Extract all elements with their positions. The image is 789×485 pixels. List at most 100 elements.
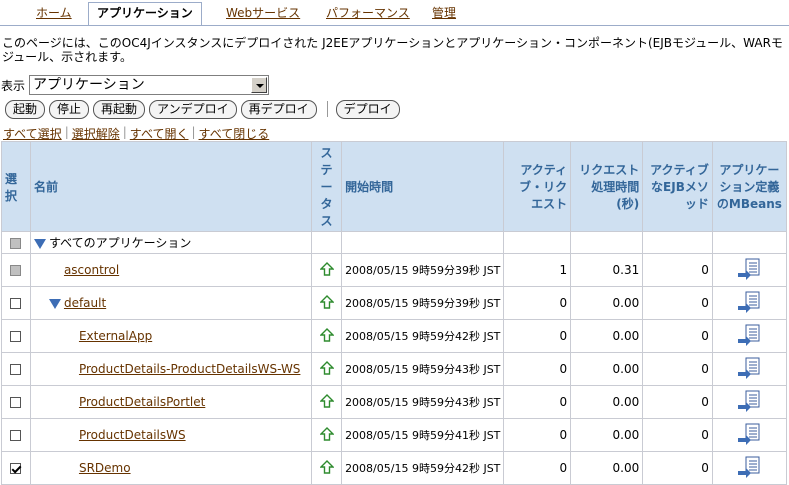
stop-button[interactable]: 停止 xyxy=(49,99,90,119)
cell-active-requests: 0 xyxy=(503,286,572,320)
start-button[interactable]: 起動 xyxy=(5,99,46,119)
cell-request-time: 0.00 xyxy=(570,451,644,485)
table-row: default 2008/05/15 9時59分39秒 JST 0 0.00 0 xyxy=(1,286,788,320)
deploy-button[interactable]: デプロイ xyxy=(335,99,400,119)
row-checkbox[interactable] xyxy=(10,364,22,375)
cell-status xyxy=(310,231,343,254)
cell-request-time: 0.31 xyxy=(570,253,644,287)
cell-mbeans xyxy=(711,352,788,386)
table-row: ProductDetailsPortlet 2008/05/15 9時59分43秒… xyxy=(1,385,788,419)
cell-select xyxy=(1,418,31,452)
view-select[interactable]: アプリケーション xyxy=(29,75,270,95)
cell-mbeans xyxy=(711,231,788,254)
status-up-arrow-icon xyxy=(318,426,335,441)
deselect-link[interactable]: 選択解除 xyxy=(72,125,120,142)
mbean-browser-icon[interactable] xyxy=(737,390,761,412)
mbean-browser-icon[interactable] xyxy=(737,258,761,280)
collapse-triangle-icon[interactable] xyxy=(33,238,46,249)
row-checkbox[interactable] xyxy=(10,397,22,408)
cell-active-ejb: 0 xyxy=(642,352,713,386)
restart-button[interactable]: 再起動 xyxy=(93,99,146,119)
view-label: 表示 xyxy=(1,78,26,93)
col-header-status: ステータス xyxy=(310,141,343,232)
cell-name: ascontrol xyxy=(29,253,312,287)
tab-performance[interactable]: パフォーマンス xyxy=(318,4,418,25)
redeploy-button[interactable]: 再デプロイ xyxy=(240,99,317,119)
cell-select xyxy=(1,352,31,386)
cell-name: ProductDetailsPortlet xyxy=(29,385,312,419)
cell-name: ExternalApp xyxy=(29,319,312,353)
application-link[interactable]: ascontrol xyxy=(64,263,119,277)
undeploy-button[interactable]: アンデプロイ xyxy=(149,99,237,119)
col-header-active-ejb: アクティブなEJBメソッド xyxy=(642,141,713,232)
mbean-browser-icon[interactable] xyxy=(737,456,761,478)
toolbar-divider xyxy=(326,101,328,117)
cell-request-time: 0.00 xyxy=(570,385,644,419)
table-row: ExternalApp 2008/05/15 9時59分42秒 JST 0 0.00 0 xyxy=(1,319,788,353)
expand-all-link[interactable]: すべて開く xyxy=(130,125,189,142)
application-link[interactable]: ExternalApp xyxy=(79,329,152,343)
cell-select xyxy=(1,286,31,320)
application-group-label: すべてのアプリケーション xyxy=(48,236,192,250)
col-header-mbeans: アプリケーション定義のMBeans xyxy=(711,141,788,232)
cell-select xyxy=(1,319,31,353)
collapse-all-link[interactable]: すべて閉じる xyxy=(199,125,270,142)
col-header-start-time: 開始時間 xyxy=(341,141,505,232)
cell-select xyxy=(1,253,31,287)
link-separator: | xyxy=(64,125,69,139)
mbean-browser-icon[interactable] xyxy=(737,423,761,445)
application-link[interactable]: SRDemo xyxy=(79,461,131,475)
tab-webservices[interactable]: Webサービス xyxy=(218,4,308,25)
application-link[interactable]: ProductDetails-ProductDetailsWS-WS xyxy=(79,362,300,376)
cell-status xyxy=(310,352,343,386)
cell-mbeans xyxy=(711,451,788,485)
tab-bar: ホーム アプリケーション Webサービス パフォーマンス 管理 xyxy=(0,0,789,26)
row-checkbox[interactable] xyxy=(10,463,22,474)
cell-select xyxy=(1,385,31,419)
cell-request-time xyxy=(570,231,644,254)
tab-administration[interactable]: 管理 xyxy=(424,4,464,25)
row-checkbox[interactable] xyxy=(10,331,22,342)
cell-name: ProductDetailsWS xyxy=(29,418,312,452)
select-all-link[interactable]: すべて選択 xyxy=(3,125,62,142)
view-select-value: アプリケーション xyxy=(33,77,145,93)
chevron-down-icon[interactable] xyxy=(251,77,268,93)
application-link[interactable]: default xyxy=(64,296,106,310)
cell-start-time: 2008/05/15 9時59分42秒 JST xyxy=(341,451,505,485)
mbean-browser-icon[interactable] xyxy=(737,324,761,346)
status-up-arrow-icon xyxy=(318,393,335,408)
table-row: SRDemo 2008/05/15 9時59分42秒 JST 0 0.00 0 xyxy=(1,451,788,485)
mbean-browser-icon[interactable] xyxy=(737,291,761,313)
cell-status xyxy=(310,385,343,419)
link-separator: | xyxy=(191,125,196,139)
table-row: すべてのアプリケーション xyxy=(1,231,788,254)
link-separator: | xyxy=(122,125,127,139)
cell-active-requests: 0 xyxy=(503,352,572,386)
cell-request-time: 0.00 xyxy=(570,319,644,353)
table-row: ProductDetailsWS 2008/05/15 9時59分41秒 JST 0… xyxy=(1,418,788,452)
cell-status xyxy=(310,319,343,353)
tab-applications[interactable]: アプリケーション xyxy=(88,2,202,26)
mbean-browser-icon[interactable] xyxy=(737,357,761,379)
row-checkbox[interactable] xyxy=(10,430,22,441)
cell-active-ejb: 0 xyxy=(642,319,713,353)
cell-mbeans xyxy=(711,385,788,419)
cell-name: SRDemo xyxy=(29,451,312,485)
col-header-request-time: リクエスト処理時間(秒) xyxy=(570,141,644,232)
page-description: このページには、このOC4Jインスタンスにデプロイされた J2EEアプリケーショ… xyxy=(2,36,783,64)
application-link[interactable]: ProductDetailsPortlet xyxy=(79,395,205,409)
cell-name: すべてのアプリケーション xyxy=(29,231,312,254)
application-link[interactable]: ProductDetailsWS xyxy=(79,428,186,442)
row-checkbox[interactable] xyxy=(10,298,22,309)
collapse-triangle-icon[interactable] xyxy=(48,298,61,309)
tab-home[interactable]: ホーム xyxy=(28,4,80,25)
cell-start-time: 2008/05/15 9時59分43秒 JST xyxy=(341,385,505,419)
status-up-arrow-icon xyxy=(318,294,335,309)
cell-request-time: 0.00 xyxy=(570,352,644,386)
cell-active-ejb: 0 xyxy=(642,418,713,452)
applications-table: 選択 名前 ステータス 開始時間 アクティブ・リクエスト リクエスト処理時間(秒… xyxy=(1,141,788,485)
cell-start-time xyxy=(341,231,505,254)
selection-links: すべて選択 | 選択解除 | すべて開く | すべて閉じる xyxy=(3,125,272,142)
cell-active-ejb: 0 xyxy=(642,451,713,485)
cell-request-time: 0.00 xyxy=(570,418,644,452)
